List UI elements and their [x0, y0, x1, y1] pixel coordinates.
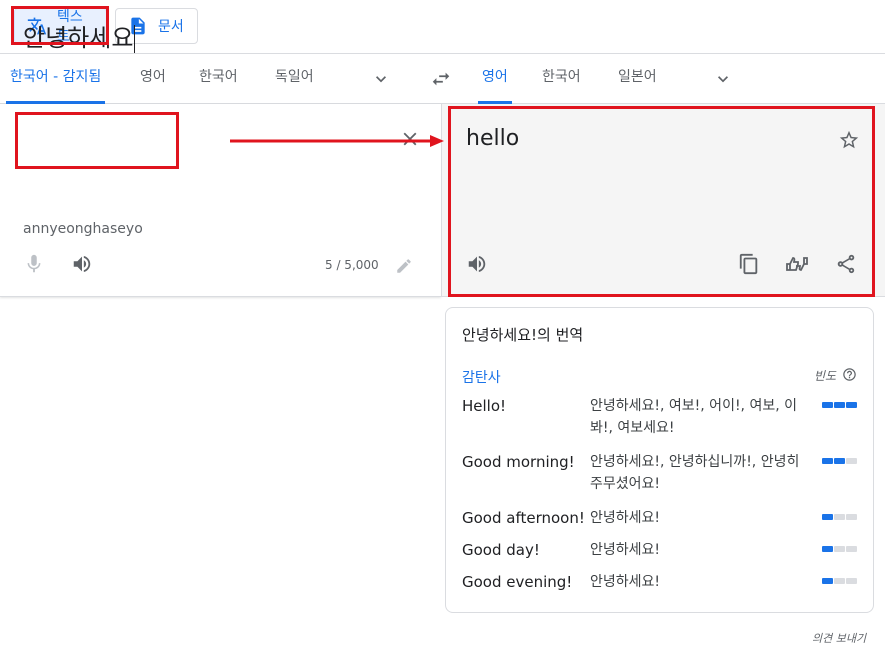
frequency-segment	[822, 546, 833, 552]
frequency-segment	[846, 578, 857, 584]
frequency-segment	[834, 402, 845, 408]
frequency-segment	[846, 458, 857, 464]
frequency-bar	[822, 578, 857, 584]
frequency-segment	[846, 514, 857, 520]
dict-row-word[interactable]: Hello!	[462, 397, 506, 415]
translated-text: hello	[466, 126, 520, 151]
target-lang-tab-korean[interactable]: 한국어	[538, 54, 585, 104]
target-lang-tab-japanese[interactable]: 일본어	[614, 54, 661, 104]
frequency-bar	[822, 402, 857, 408]
frequency-segment	[822, 458, 833, 464]
mic-icon[interactable]	[22, 252, 46, 276]
source-lang-tab-korean[interactable]: 한국어	[195, 54, 242, 104]
frequency-bar	[822, 546, 857, 552]
frequency-segment	[846, 546, 857, 552]
source-lang-tab-english[interactable]: 영어	[136, 54, 170, 104]
frequency-segment	[822, 514, 833, 520]
dict-row-word[interactable]: Good evening!	[462, 573, 572, 591]
dict-row-translations: 안녕하세요!	[590, 510, 661, 526]
help-icon[interactable]	[842, 367, 857, 386]
language-bar: 한국어 - 감지됨 영어 한국어 독일어 영어 한국어 일본어	[0, 54, 885, 104]
frequency-bar	[822, 458, 857, 464]
speaker-icon[interactable]	[465, 252, 489, 276]
frequency-label: 빈도	[814, 369, 837, 383]
document-mode-label: 문서	[158, 19, 184, 35]
copy-icon[interactable]	[737, 252, 761, 276]
chevron-down-icon[interactable]	[713, 69, 733, 89]
frequency-segment	[834, 546, 845, 552]
source-text-input[interactable]: 안녕하세요	[23, 18, 136, 53]
feedback-thumbs-icon[interactable]	[785, 252, 809, 276]
frequency-bar	[822, 514, 857, 520]
dict-row-word[interactable]: Good day!	[462, 541, 540, 559]
romanization: annyeonghaseyo	[23, 221, 143, 237]
dictionary-title: 안녕하세요!의 번역	[462, 326, 584, 344]
chevron-down-icon[interactable]	[371, 69, 391, 89]
dict-row-translations: 안녕하세요!	[590, 574, 661, 590]
part-of-speech: 감탄사	[462, 370, 501, 386]
frequency-segment	[846, 402, 857, 408]
char-counter: 5 / 5,000	[325, 258, 379, 272]
dict-row-translations: 안녕하세요!, 안녕하십니까!, 안녕히 주무셨어요!	[590, 454, 800, 492]
annotation-arrow	[230, 135, 444, 147]
source-lang-tab-detected[interactable]: 한국어 - 감지됨	[6, 54, 106, 104]
dict-row-translations: 안녕하세요!, 여보!, 어이!, 여보, 이봐!, 여보세요!	[590, 398, 797, 436]
swap-icon[interactable]	[430, 68, 452, 90]
frequency-segment	[834, 514, 845, 520]
text-caret	[134, 25, 136, 53]
speaker-icon[interactable]	[70, 252, 94, 276]
frequency-segment	[822, 402, 833, 408]
pencil-icon[interactable]	[392, 254, 416, 278]
dict-row-word[interactable]: Good afternoon!	[462, 509, 585, 527]
dict-row-translations: 안녕하세요!	[590, 542, 661, 558]
star-icon[interactable]	[837, 128, 861, 152]
source-lang-tab-german[interactable]: 독일어	[271, 54, 318, 104]
dict-row-word[interactable]: Good morning!	[462, 453, 575, 471]
frequency-segment	[834, 578, 845, 584]
source-text: 안녕하세요	[23, 24, 134, 52]
frequency-segment	[834, 458, 845, 464]
frequency-segment	[822, 578, 833, 584]
target-lang-tab-english[interactable]: 영어	[478, 54, 512, 104]
share-icon[interactable]	[834, 252, 858, 276]
send-feedback-link[interactable]: 의견 보내기	[812, 630, 866, 646]
